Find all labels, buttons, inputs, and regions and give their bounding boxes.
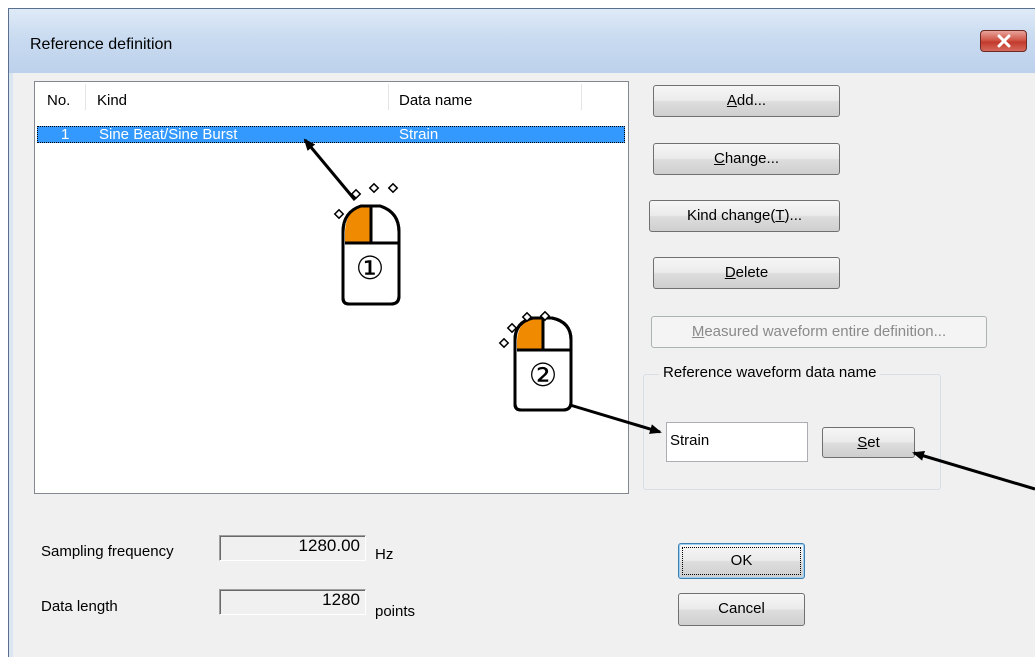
reference-data-name-value: Strain [670, 432, 710, 449]
column-header-no[interactable]: No. [47, 92, 70, 109]
measured-label-rest: easured waveform entire definition... [704, 323, 947, 340]
close-button[interactable] [980, 30, 1027, 52]
data-length-value: 1280 [322, 590, 360, 609]
close-icon [997, 34, 1011, 48]
reference-data-name-input[interactable]: Strain [666, 422, 808, 462]
title-bar[interactable]: Reference definition [9, 9, 1035, 73]
set-mnemonic: S [857, 434, 868, 451]
row-no: 1 [61, 126, 70, 143]
reference-waveform-group-label: Reference waveform data name [659, 364, 881, 381]
row-kind: Sine Beat/Sine Burst [99, 126, 238, 143]
data-length-unit: points [375, 603, 416, 620]
column-divider[interactable] [388, 84, 389, 110]
set-label-rest: et [867, 434, 880, 451]
add-mnemonic: A [726, 92, 737, 109]
reference-list[interactable]: No. Kind Data name 1 Sine Beat/Sine Burs… [34, 81, 629, 494]
data-length-field: 1280 [219, 589, 366, 615]
column-divider[interactable] [581, 84, 582, 110]
data-length-label: Data length [41, 598, 118, 615]
add-button[interactable]: Add... [653, 85, 840, 117]
delete-button[interactable]: Delete [653, 257, 840, 289]
focus-rect [682, 547, 801, 575]
sampling-frequency-unit: Hz [375, 546, 394, 563]
set-button[interactable]: Set [822, 427, 915, 458]
list-row-selected[interactable]: 1 Sine Beat/Sine Burst Strain [37, 126, 625, 143]
add-label-rest: dd... [736, 92, 767, 109]
column-header-data-name[interactable]: Data name [399, 92, 472, 109]
cancel-button[interactable]: Cancel [678, 593, 805, 626]
change-mnemonic: C [713, 150, 725, 167]
delete-mnemonic: D [724, 264, 736, 281]
sampling-frequency-field: 1280.00 [219, 535, 366, 561]
delete-label-rest: elete [735, 264, 769, 281]
window-frame-edge [9, 73, 13, 657]
measured-mnemonic: M [691, 323, 705, 340]
change-button[interactable]: Change... [653, 143, 840, 175]
row-data-name: Strain [399, 126, 439, 143]
kind-change-label-post: )... [784, 207, 803, 224]
kind-change-mnemonic: T [775, 207, 785, 224]
sampling-frequency-value: 1280.00 [298, 536, 360, 555]
measured-waveform-definition-button[interactable]: Measured waveform entire definition... [651, 316, 987, 348]
column-header-kind[interactable]: Kind [97, 92, 127, 109]
change-label-rest: hange... [724, 150, 780, 167]
ok-button[interactable]: OK [678, 543, 805, 579]
list-header: No. Kind Data name [35, 82, 628, 112]
sampling-frequency-label: Sampling frequency [41, 543, 174, 560]
kind-change-button[interactable]: Kind change(T)... [649, 200, 840, 232]
column-divider[interactable] [85, 84, 86, 110]
cancel-label: Cancel [718, 600, 765, 617]
window-title: Reference definition [30, 36, 173, 53]
kind-change-label-pre: Kind change( [686, 207, 776, 224]
